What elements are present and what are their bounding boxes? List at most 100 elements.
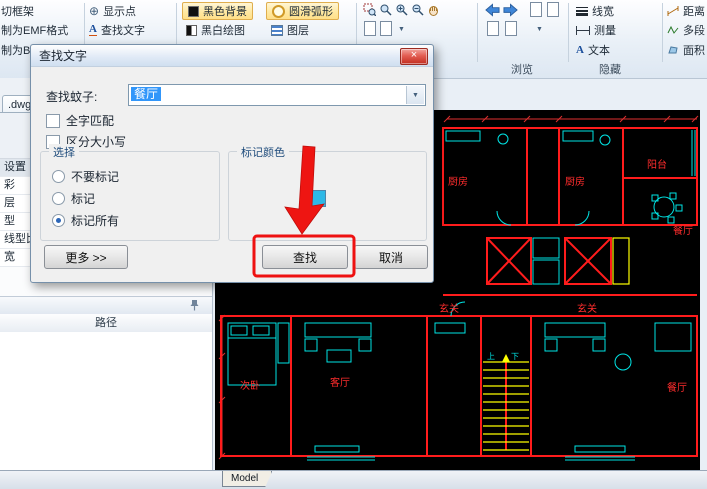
view-tool-button[interactable] bbox=[362, 21, 377, 36]
group-label: 选择 bbox=[49, 144, 79, 160]
dialog-title: 查找文字 bbox=[31, 47, 87, 64]
model-tab[interactable]: Model bbox=[222, 471, 272, 487]
forward-arrow-button[interactable] bbox=[503, 2, 518, 17]
left-arrow-icon bbox=[485, 3, 500, 17]
text-icon: A bbox=[576, 45, 584, 56]
dialog-close-button[interactable]: × bbox=[400, 48, 428, 65]
polyline-icon bbox=[667, 25, 679, 35]
page-view-button[interactable] bbox=[528, 2, 543, 17]
zoom-button[interactable] bbox=[378, 2, 393, 17]
radio-label: 不要标记 bbox=[71, 168, 119, 185]
toolbar-button-label: 文本 bbox=[588, 42, 610, 58]
stair-label-up: 上 bbox=[487, 352, 495, 361]
room-label: 玄关 bbox=[439, 302, 459, 315]
more-button[interactable]: 更多 >> bbox=[44, 245, 128, 269]
toolbar-button-label: 距离 bbox=[683, 3, 705, 19]
toolbar-button-polyline[interactable]: 多段 bbox=[667, 22, 705, 38]
room-label: 厨房 bbox=[565, 175, 585, 188]
right-arrow-icon bbox=[503, 3, 518, 17]
arc-circle-icon bbox=[272, 5, 285, 18]
toolbar-button-distance[interactable]: 距离 bbox=[667, 3, 705, 19]
zoom-out-button[interactable] bbox=[410, 2, 425, 17]
measure-icon bbox=[576, 26, 590, 35]
zoom-in-button[interactable] bbox=[394, 2, 409, 17]
chevron-down-icon: ▼ bbox=[398, 26, 405, 33]
room-label: 餐厅 bbox=[673, 224, 693, 237]
document-tab-label: .dwg bbox=[8, 99, 31, 111]
radio-label: 标记所有 bbox=[71, 212, 119, 229]
toolbar-button-label: 黑色背景 bbox=[203, 3, 247, 19]
path-list bbox=[0, 332, 212, 470]
close-icon: × bbox=[411, 49, 417, 61]
pan-hand-icon bbox=[427, 3, 440, 16]
toolbar-button-label: 显示点 bbox=[103, 3, 136, 19]
room-label: 餐厅 bbox=[667, 381, 687, 394]
zoom-extents-button[interactable] bbox=[362, 2, 377, 17]
toolbar-toggle-smooth-arc[interactable]: 圆滑弧形 bbox=[266, 2, 339, 20]
view-tool-button[interactable] bbox=[378, 21, 393, 36]
back-arrow-button[interactable] bbox=[485, 2, 500, 17]
chevron-down-icon: ▼ bbox=[536, 26, 543, 33]
combobox-dropdown-button[interactable]: ▼ bbox=[406, 86, 424, 104]
zoom-window-icon bbox=[363, 3, 376, 16]
zoom-out-icon bbox=[411, 3, 424, 16]
nav-tool-button[interactable] bbox=[503, 21, 518, 36]
nav-tool-button[interactable] bbox=[485, 21, 500, 36]
mark-color-group: 标记颜色 bbox=[228, 151, 427, 241]
page-icon bbox=[547, 2, 559, 17]
cancel-button[interactable]: 取消 bbox=[354, 245, 428, 269]
find-what-combobox[interactable]: 餐厅 ▼ bbox=[128, 84, 426, 106]
room-label: 阳台 bbox=[647, 158, 667, 171]
toolbar-button-bw-drawing[interactable]: 黑白绘图 bbox=[186, 22, 245, 38]
stairs bbox=[483, 238, 629, 450]
radio-no-mark[interactable]: 不要标记 bbox=[52, 168, 119, 185]
path-column-header[interactable]: 路径 bbox=[0, 314, 212, 333]
chevron-down-icon: ▼ bbox=[412, 92, 419, 99]
toolbar-button-label: 面积 bbox=[683, 42, 705, 58]
layers-icon bbox=[271, 25, 283, 36]
app-window: 切框架 制为EMF格式 制为BMP格 ⊕ 显示点 A 查找文字 黑色背景 圆滑弧… bbox=[0, 0, 707, 489]
toolbar-button-text[interactable]: A 文本 bbox=[576, 42, 610, 58]
page-icon bbox=[364, 21, 376, 36]
toolbar-button-area[interactable]: 面积 bbox=[667, 42, 705, 58]
page-icon bbox=[505, 21, 517, 36]
toolbar-button-label: 查找文字 bbox=[101, 22, 145, 38]
page-icon bbox=[530, 2, 542, 17]
toolbar-button-show-points[interactable]: ⊕ 显示点 bbox=[89, 3, 136, 19]
toolbar-separator bbox=[568, 3, 569, 62]
black-white-icon bbox=[186, 25, 197, 36]
zoom-dropdown-button[interactable]: ▼ bbox=[394, 22, 409, 37]
toolbar-button-cut-frame[interactable]: 切框架 bbox=[1, 3, 34, 19]
toolbar-button-find-text[interactable]: A 查找文字 bbox=[89, 22, 145, 38]
toolbar-button-lineweight[interactable]: 线宽 bbox=[576, 3, 614, 19]
radio-circle-selected bbox=[52, 214, 65, 227]
pan-button[interactable] bbox=[426, 2, 441, 17]
mark-color-swatch[interactable] bbox=[309, 190, 326, 207]
combobox-selected-value: 餐厅 bbox=[131, 87, 161, 101]
find-button[interactable]: 查找 bbox=[262, 245, 348, 269]
toolbar-button-layers[interactable]: 图层 bbox=[271, 22, 309, 38]
toolbar-button-label: 测量 bbox=[594, 22, 616, 38]
radio-mark[interactable]: 标记 bbox=[52, 190, 95, 207]
group-label: 标记颜色 bbox=[237, 144, 289, 160]
toolbar-button-copy-emf[interactable]: 制为EMF格式 bbox=[1, 22, 68, 38]
toolbar-toggle-black-background[interactable]: 黑色背景 bbox=[182, 2, 253, 20]
zoom-in-icon bbox=[395, 3, 408, 16]
whole-word-checkbox[interactable]: 全字匹配 bbox=[46, 112, 114, 129]
dialog-body: 查找蚊子: 餐厅 ▼ 全字匹配 区分大小写 选择 不要标记 bbox=[31, 66, 433, 282]
page-view-button[interactable] bbox=[545, 2, 560, 17]
dialog-titlebar[interactable]: 查找文字 × bbox=[31, 45, 433, 67]
room-label: 次卧 bbox=[240, 379, 260, 392]
pin-icon[interactable] bbox=[189, 299, 200, 311]
nav-dropdown-button[interactable]: ▼ bbox=[532, 22, 547, 37]
toolbar-button-measure[interactable]: 测量 bbox=[576, 22, 616, 38]
radio-circle bbox=[52, 192, 65, 205]
toolbar-button-label: 圆滑弧形 bbox=[289, 3, 333, 19]
group-label-browse: 浏览 bbox=[511, 61, 533, 77]
radio-circle bbox=[52, 170, 65, 183]
find-text-icon: A bbox=[89, 24, 97, 36]
crosshair-point-icon: ⊕ bbox=[89, 5, 99, 17]
radio-mark-all[interactable]: 标记所有 bbox=[52, 212, 119, 229]
toolbar-button-label: 黑白绘图 bbox=[201, 22, 245, 38]
toolbar-button-label: 图层 bbox=[287, 22, 309, 38]
